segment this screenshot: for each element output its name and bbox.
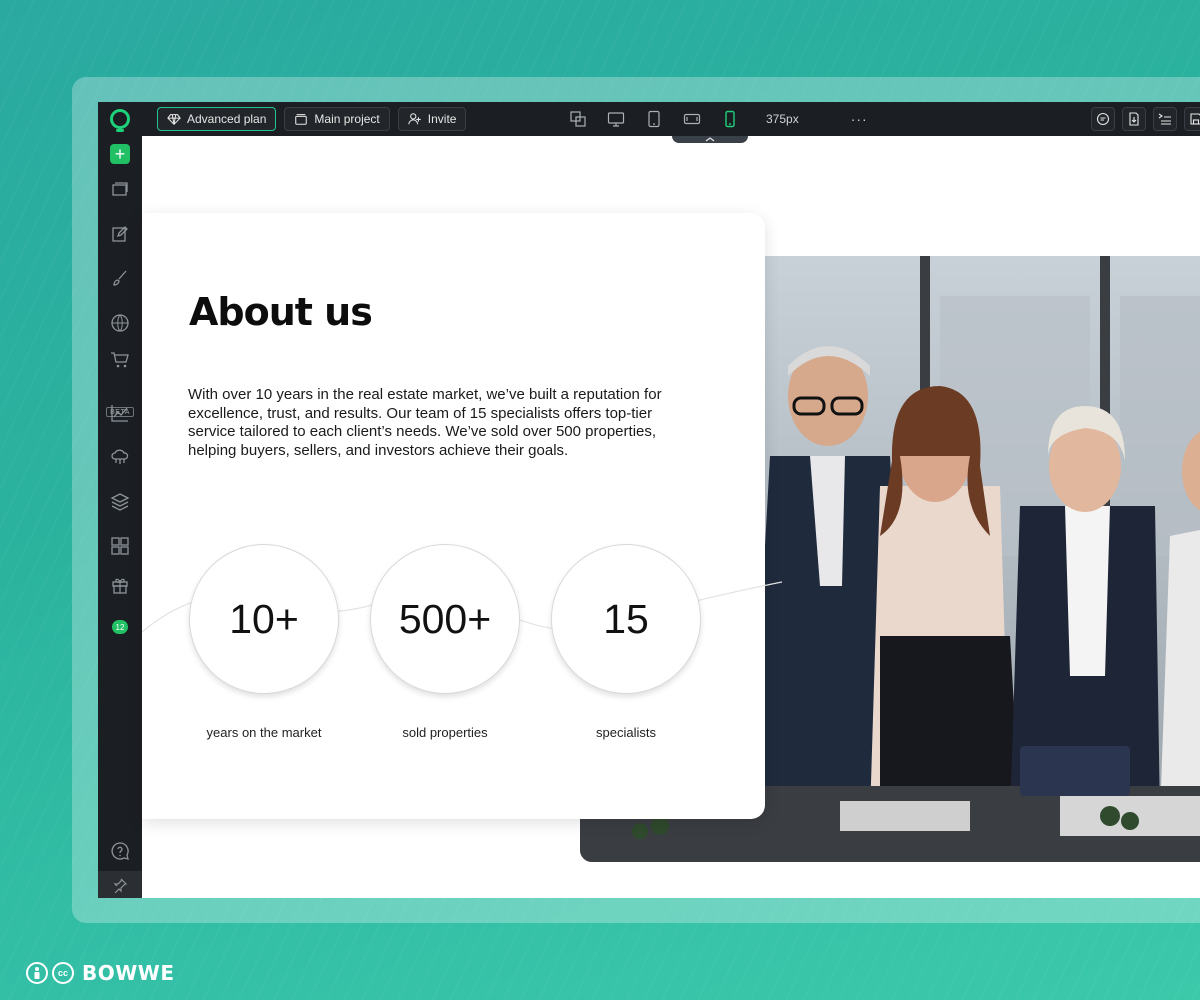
save-icon [1190,113,1200,125]
pages-icon [112,182,128,196]
layers-icon [110,493,130,511]
help-chat-icon [111,842,129,860]
gift-icon [112,578,128,594]
pin-sidebar-button[interactable] [98,871,142,898]
main-project-button[interactable]: Main project [284,107,390,131]
stat-specialists-circle[interactable]: 15 [551,544,701,694]
sidebar-item-design[interactable] [109,267,131,289]
download-file-icon [1129,112,1139,126]
device-desktop-button[interactable] [606,109,626,129]
cart-icon [111,352,129,368]
globe-www-icon [111,314,129,332]
sidebar-item-pages[interactable] [109,178,131,200]
mobile-icon [725,110,735,128]
invite-button[interactable]: Invite [397,107,467,131]
add-element-button[interactable]: + [110,144,130,164]
sidebar-item-integrations[interactable] [109,446,131,468]
sidebar-item-layers[interactable] [109,491,131,513]
comments-button[interactable] [1091,107,1115,131]
stat-years-circle[interactable]: 10+ [189,544,339,694]
resize-icon [570,111,586,127]
more-options-button[interactable]: ··· [851,111,868,127]
editor-window: Advanced plan Main project Invite 375px … [98,102,1200,898]
sidebar-item-analytics[interactable] [109,402,131,424]
stat-properties-circle[interactable]: 500+ [370,544,520,694]
creative-commons-icon: cc [52,962,74,984]
stat-years-label[interactable]: years on the market [184,725,344,740]
logo-icon [110,109,130,132]
pin-icon [113,878,128,893]
about-paragraph[interactable]: With over 10 years in the real estate ma… [188,386,698,460]
edit-icon [112,226,128,242]
stat-specialists-label[interactable]: specialists [546,725,706,740]
chevron-up-icon [705,137,715,142]
sidebar-item-gifts[interactable] [109,574,131,596]
folder-stack-icon [295,114,308,125]
advanced-plan-label: Advanced plan [187,112,267,126]
advanced-plan-button[interactable]: Advanced plan [157,107,277,131]
chart-icon [111,405,128,422]
tablet-icon [648,110,660,128]
device-tablet-landscape-button[interactable] [682,109,702,129]
brand-logo: BOWWE [82,961,175,985]
viewport-width-label: 375px [766,112,799,126]
device-custom-button[interactable] [568,109,588,129]
code-button[interactable] [1153,107,1177,131]
cloud-network-icon [111,449,129,464]
export-button[interactable] [1122,107,1146,131]
brush-icon [113,270,127,286]
save-button[interactable] [1184,107,1200,131]
top-toolbar: Advanced plan Main project Invite 375px … [98,102,1200,136]
left-sidebar: + BETA 12 [98,136,142,898]
invite-label: Invite [427,112,457,126]
footer-branding: cc BOWWE [26,961,175,985]
toolbar-right-actions [1091,107,1200,131]
device-tablet-button[interactable] [644,109,664,129]
device-mobile-button[interactable] [720,109,740,129]
sidebar-item-domain[interactable] [109,312,131,334]
sidebar-item-shop[interactable] [109,349,131,371]
gifts-count-badge: 12 [112,620,128,634]
sidebar-item-apps[interactable] [109,535,131,557]
tablet-landscape-icon [683,113,701,125]
add-user-icon [408,113,421,125]
sidebar-item-edit[interactable] [109,223,131,245]
stat-properties-label[interactable]: sold properties [365,725,525,740]
attribution-icon [26,962,48,984]
app-logo[interactable] [98,102,142,136]
chat-icon [1096,112,1110,126]
collapse-toolbar-handle[interactable] [672,136,748,143]
diamond-icon [167,114,181,125]
device-switcher: 375px ··· [568,102,868,136]
apps-icon [111,537,129,555]
terminal-list-icon [1158,113,1171,125]
page-title[interactable]: About us [189,290,373,334]
main-project-label: Main project [314,112,380,126]
desktop-icon [607,112,625,127]
help-button[interactable] [109,840,131,862]
